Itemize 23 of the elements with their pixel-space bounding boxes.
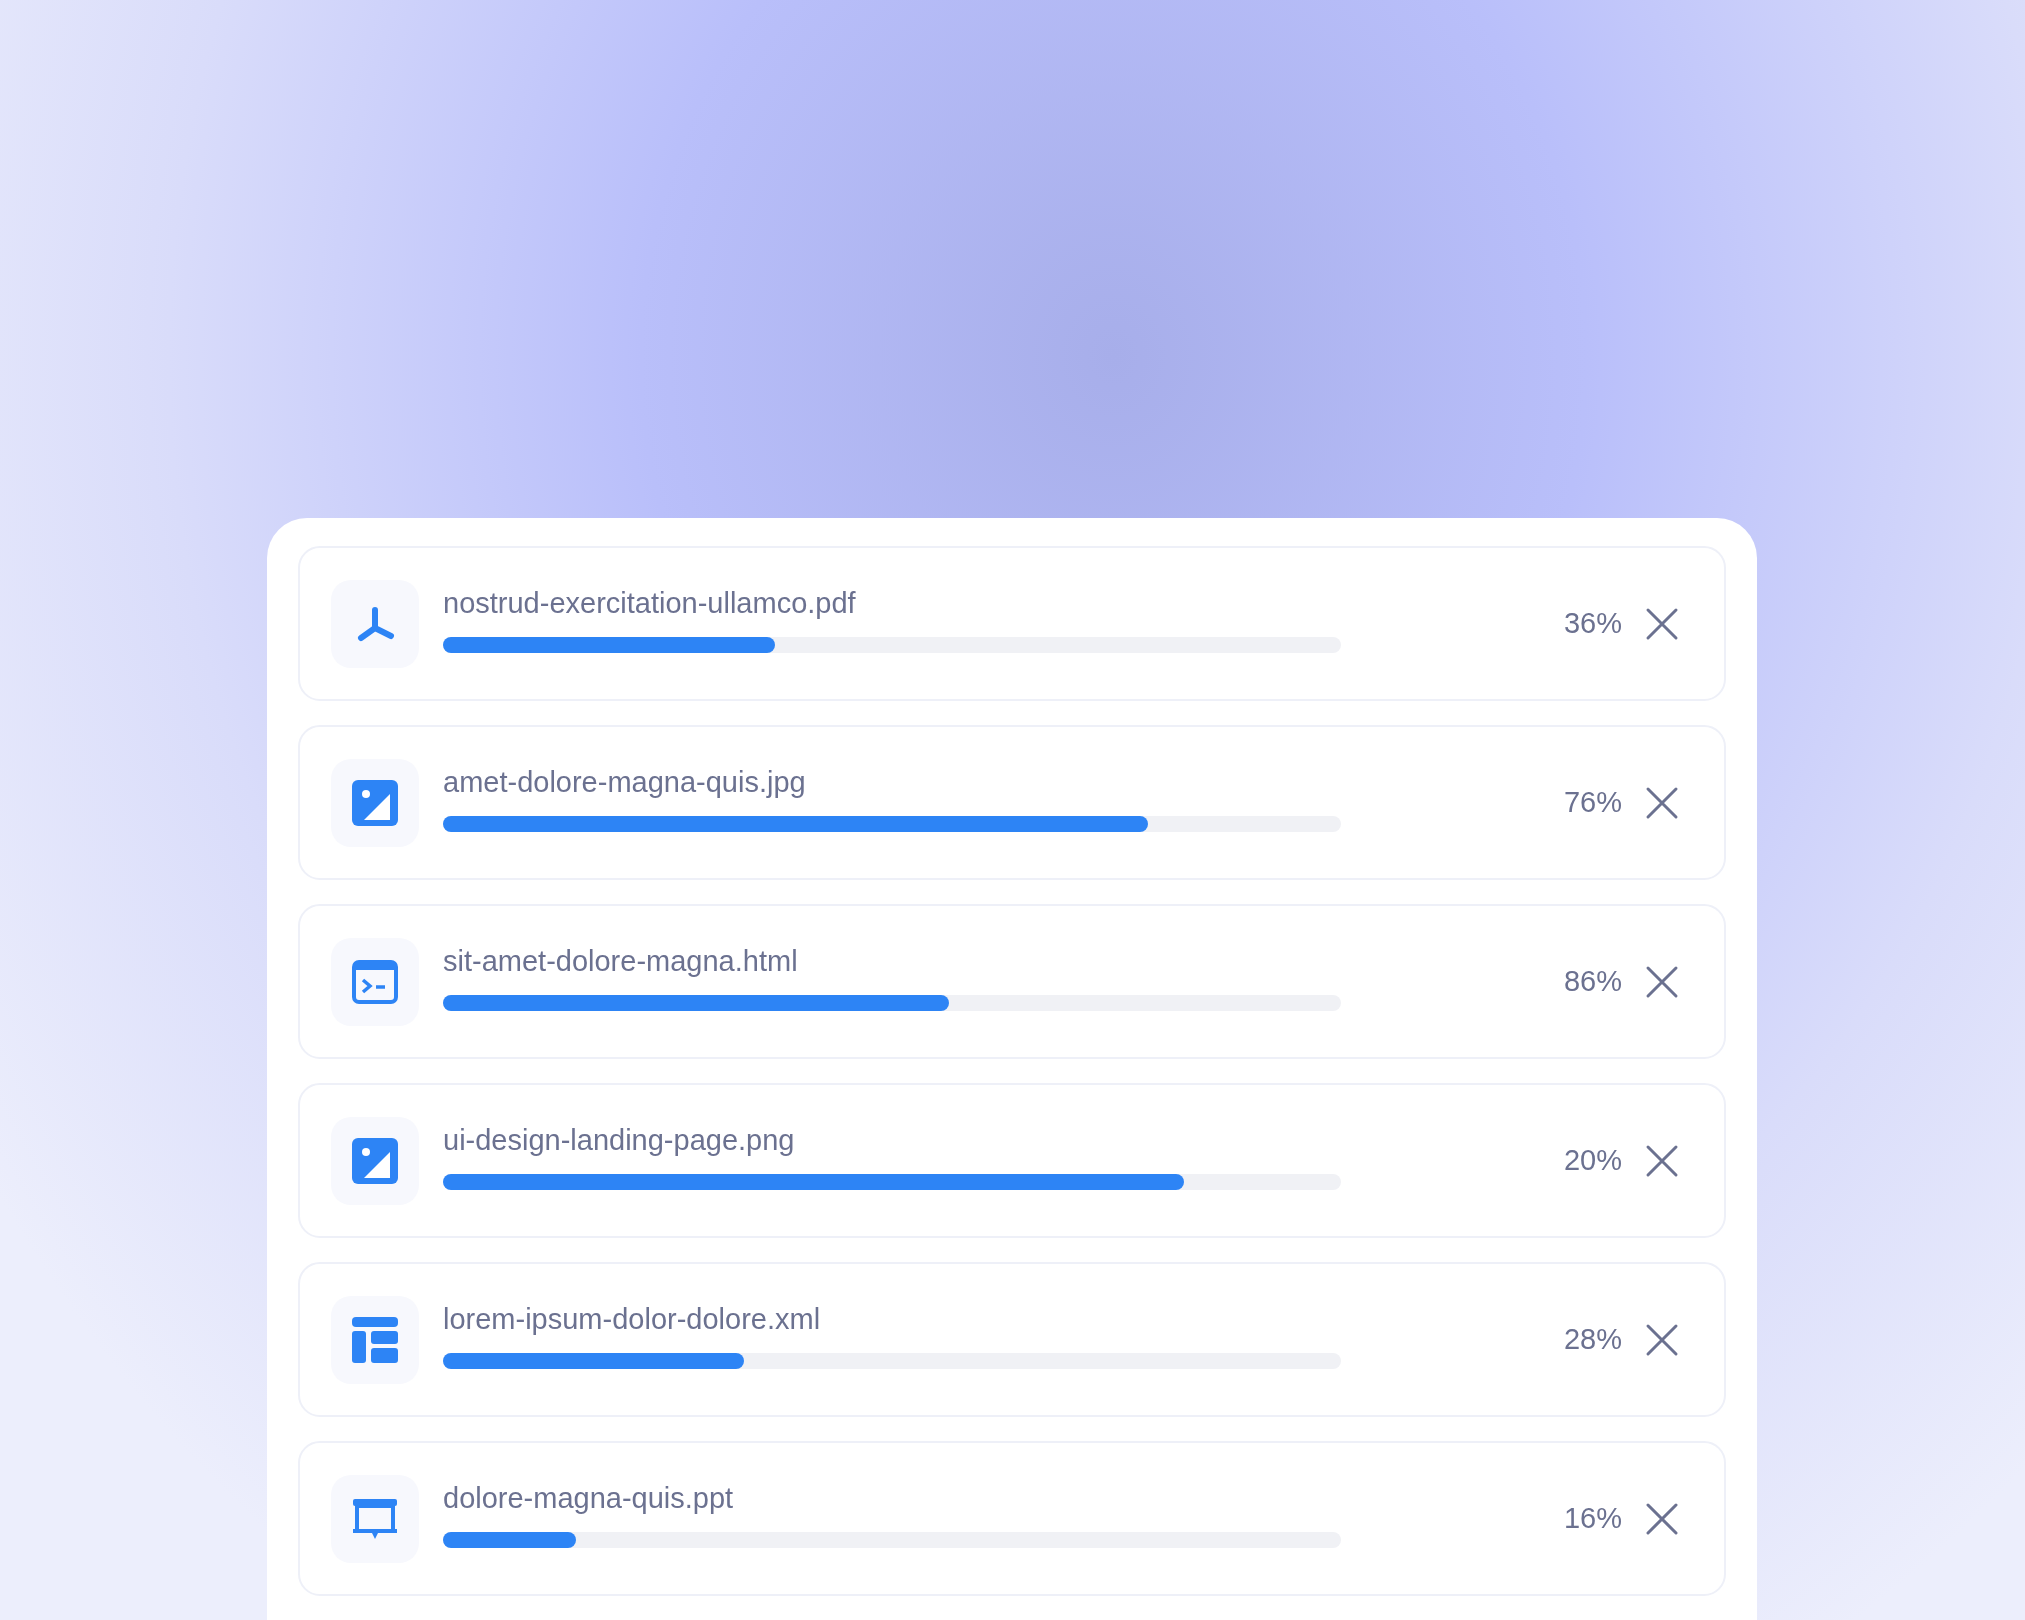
close-icon <box>1645 1143 1679 1178</box>
percent-label: 86% <box>1563 963 1622 999</box>
percent-label: 20% <box>1563 1142 1622 1178</box>
close-icon <box>1645 1501 1679 1536</box>
image-icon <box>352 779 398 826</box>
close-icon <box>1645 964 1679 999</box>
presentation-icon <box>353 1496 397 1541</box>
layout-icon <box>352 1316 398 1363</box>
file-name: dolore-magna-quis.ppt <box>443 1480 734 1516</box>
close-icon <box>1645 1322 1679 1357</box>
percent-label: 76% <box>1563 784 1622 820</box>
percent-label: 36% <box>1563 605 1622 641</box>
file-name: lorem-ipsum-dolor-dolore.xml <box>443 1301 821 1337</box>
file-name: amet-dolore-magna-quis.jpg <box>443 764 806 800</box>
image-icon <box>352 1137 398 1184</box>
file-name: sit-amet-dolore-magna.html <box>443 943 798 979</box>
close-icon <box>1645 606 1679 641</box>
percent-label: 28% <box>1563 1321 1622 1357</box>
terminal-icon <box>352 959 398 1004</box>
file-name: nostrud-exercitation-ullamco.pdf <box>443 585 856 621</box>
percent-label: 16% <box>1563 1500 1622 1536</box>
close-icon <box>1645 785 1679 820</box>
file-name: ui-design-landing-page.png <box>443 1122 795 1158</box>
